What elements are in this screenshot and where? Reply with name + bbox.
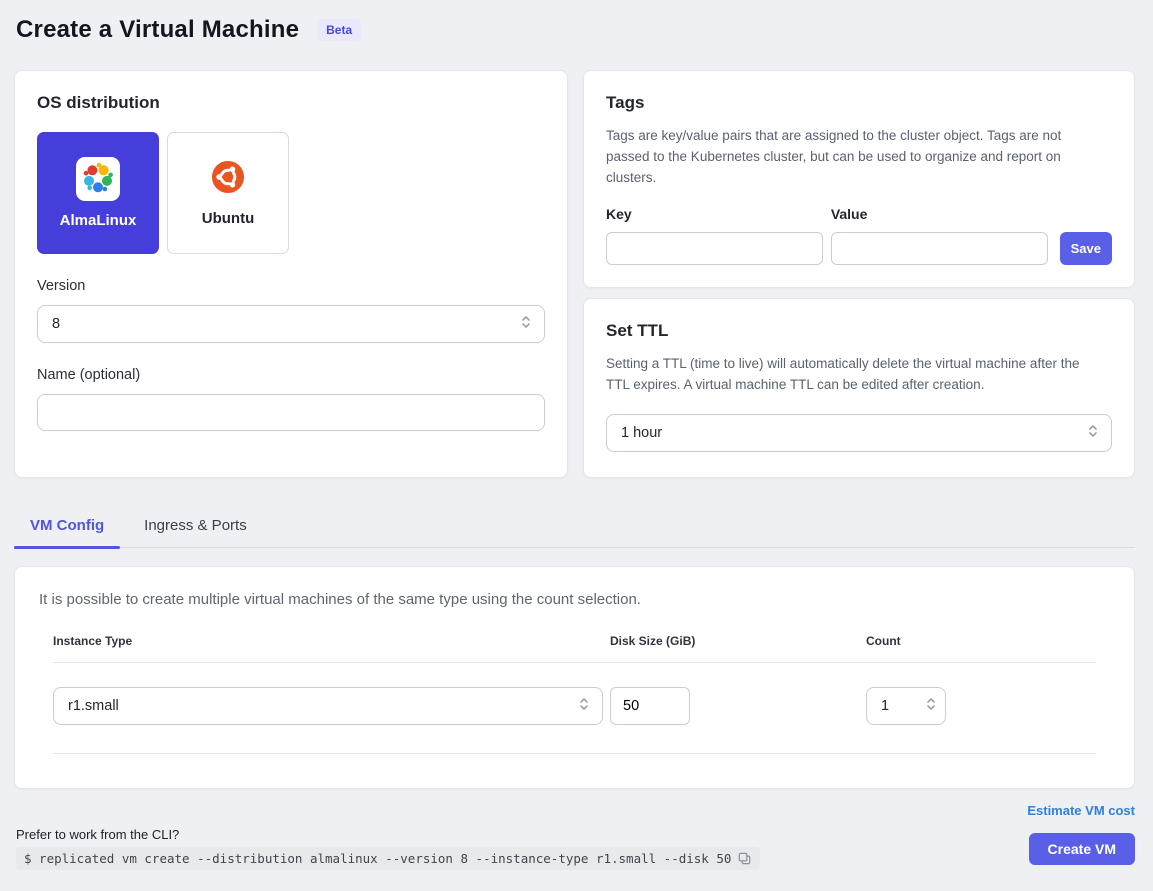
version-select-value: 8 bbox=[52, 316, 60, 332]
disk-size-cell bbox=[610, 687, 866, 725]
column-header-count: Count bbox=[866, 634, 1096, 662]
name-label: Name (optional) bbox=[37, 367, 545, 383]
tag-value-label: Value bbox=[831, 206, 1048, 222]
vm-table-header-row: Instance Type Disk Size (GiB) Count bbox=[53, 634, 1096, 663]
config-tabs: VM Config Ingress & Ports bbox=[14, 505, 1135, 548]
cli-prompt: Prefer to work from the CLI? bbox=[16, 827, 760, 842]
footer-top: Estimate VM cost bbox=[14, 802, 1135, 820]
tags-card: Tags Tags are key/value pairs that are a… bbox=[583, 70, 1135, 288]
ttl-select-value: 1 hour bbox=[621, 425, 662, 441]
create-vm-button[interactable]: Create VM bbox=[1029, 833, 1135, 865]
os-tiles: AlmaLinux bbox=[37, 132, 545, 254]
count-cell: 1 bbox=[866, 687, 1096, 725]
ttl-card-description: Setting a TTL (time to live) will automa… bbox=[606, 354, 1106, 396]
footer-main: Prefer to work from the CLI? $ replicate… bbox=[14, 827, 1135, 870]
column-header-disk-size: Disk Size (GiB) bbox=[610, 634, 866, 662]
version-select[interactable]: 8 bbox=[37, 305, 545, 343]
vm-config-table: Instance Type Disk Size (GiB) Count r1.s… bbox=[53, 634, 1096, 754]
chevron-updown-icon bbox=[520, 314, 532, 334]
tag-key-label: Key bbox=[606, 206, 823, 222]
tag-value-input[interactable] bbox=[831, 232, 1048, 265]
instance-type-select[interactable]: r1.small bbox=[53, 687, 603, 725]
column-header-instance-type: Instance Type bbox=[53, 634, 610, 662]
chevron-updown-icon bbox=[925, 696, 937, 716]
cli-block: Prefer to work from the CLI? $ replicate… bbox=[16, 827, 760, 870]
chevron-updown-icon bbox=[578, 696, 590, 716]
almalinux-logo-icon bbox=[80, 159, 116, 200]
create-vm-page: Create a Virtual Machine Beta OS distrib… bbox=[0, 0, 1153, 891]
page-header: Create a Virtual Machine Beta bbox=[14, 16, 1135, 44]
set-ttl-card: Set TTL Setting a TTL (time to live) wil… bbox=[583, 298, 1135, 478]
disk-size-input[interactable] bbox=[610, 687, 690, 725]
vm-config-card: It is possible to create multiple virtua… bbox=[14, 566, 1135, 789]
ttl-card-title: Set TTL bbox=[606, 321, 1112, 341]
tags-card-title: Tags bbox=[606, 93, 1112, 113]
chevron-updown-icon bbox=[1087, 423, 1099, 443]
tag-key-column: Key bbox=[606, 206, 823, 265]
almalinux-iconbox bbox=[76, 157, 120, 201]
os-distribution-card: OS distribution bbox=[14, 70, 568, 478]
tag-key-input[interactable] bbox=[606, 232, 823, 265]
ttl-select[interactable]: 1 hour bbox=[606, 414, 1112, 452]
vm-table-row: r1.small 1 bbox=[53, 663, 1096, 754]
instance-type-select-value: r1.small bbox=[68, 698, 119, 714]
vm-config-intro: It is possible to create multiple virtua… bbox=[39, 591, 1110, 608]
right-column: Tags Tags are key/value pairs that are a… bbox=[583, 70, 1135, 478]
ubuntu-logo-icon bbox=[211, 160, 245, 199]
os-tile-almalinux-label: AlmaLinux bbox=[60, 212, 137, 229]
top-grid: OS distribution bbox=[14, 70, 1135, 478]
tags-card-description: Tags are key/value pairs that are assign… bbox=[606, 126, 1092, 189]
estimate-vm-cost-link[interactable]: Estimate VM cost bbox=[1027, 803, 1135, 818]
count-stepper[interactable]: 1 bbox=[866, 687, 946, 725]
save-tag-button[interactable]: Save bbox=[1060, 232, 1112, 265]
tags-kv-row: Key Value Save bbox=[606, 206, 1112, 265]
tab-ingress-ports[interactable]: Ingress & Ports bbox=[128, 505, 263, 547]
os-card-title: OS distribution bbox=[37, 93, 545, 113]
copy-icon[interactable] bbox=[737, 851, 752, 866]
os-tile-ubuntu[interactable]: Ubuntu bbox=[167, 132, 289, 254]
instance-type-cell: r1.small bbox=[53, 687, 610, 725]
tag-value-column: Value bbox=[831, 206, 1048, 265]
os-tile-almalinux[interactable]: AlmaLinux bbox=[37, 132, 159, 254]
tab-vm-config[interactable]: VM Config bbox=[14, 505, 120, 547]
beta-badge: Beta bbox=[317, 19, 361, 41]
version-label: Version bbox=[37, 278, 545, 294]
page-title: Create a Virtual Machine bbox=[16, 16, 299, 44]
cli-command-text: $ replicated vm create --distribution al… bbox=[24, 851, 731, 866]
cli-command-box: $ replicated vm create --distribution al… bbox=[16, 847, 760, 870]
os-tile-ubuntu-label: Ubuntu bbox=[202, 210, 254, 227]
count-stepper-value: 1 bbox=[881, 698, 889, 714]
name-input[interactable] bbox=[37, 394, 545, 431]
